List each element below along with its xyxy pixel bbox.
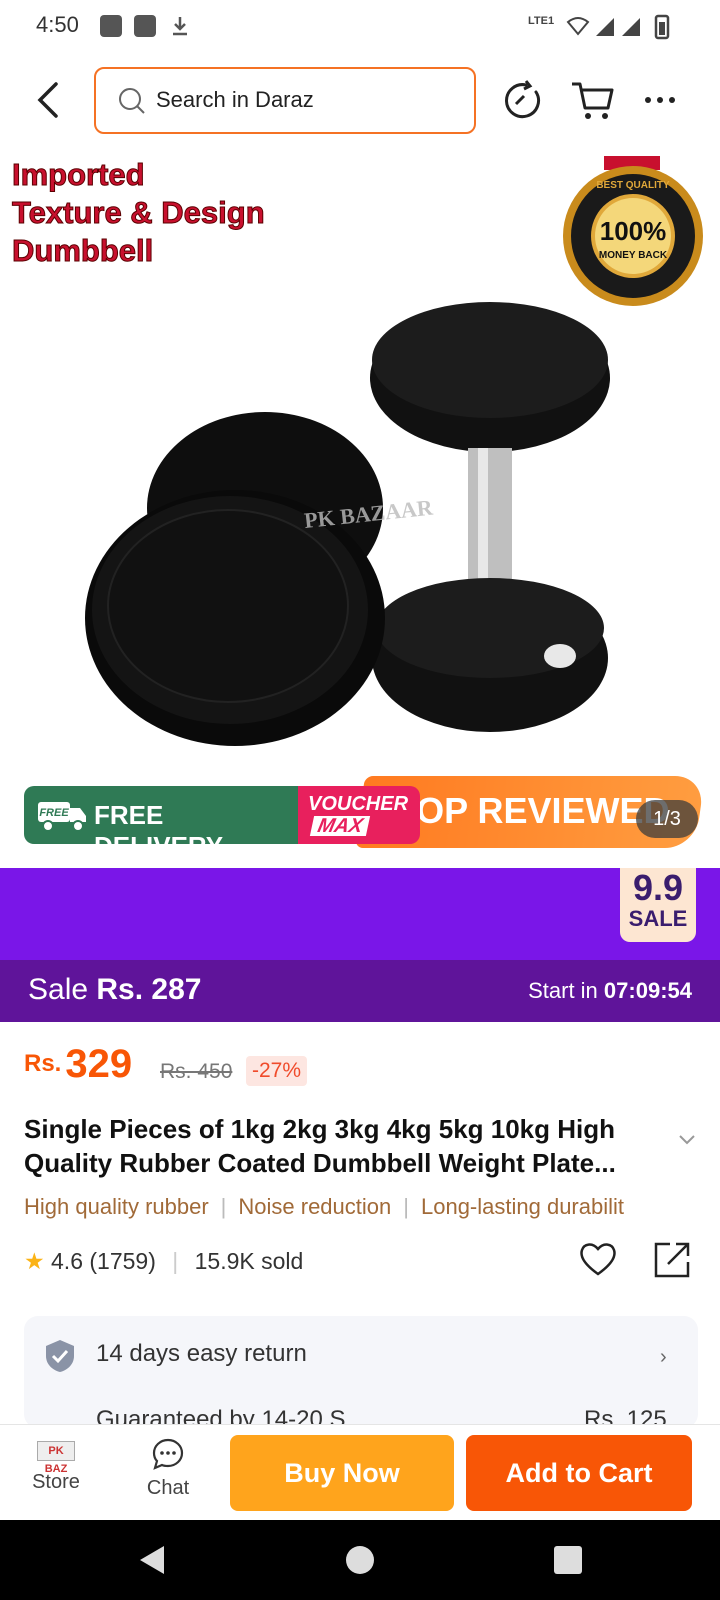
star-icon: ★ — [24, 1248, 45, 1274]
search-icon — [119, 88, 145, 114]
highlight-tag: Long-lasting durabilit — [420, 1194, 625, 1219]
sale-banner — [0, 868, 720, 960]
dumbbell-image: PK BAZAAR — [85, 302, 610, 746]
store-button[interactable]: PK BAZ Store — [20, 1435, 92, 1494]
network-label: LTE1 — [528, 15, 555, 27]
svg-text:BEST QUALITY: BEST QUALITY — [596, 180, 670, 191]
sale-price-row: Sale Rs. 287 Start in 07:09:54 — [0, 960, 720, 1022]
product-highlights: High quality rubber | Noise reduction | Long… — [24, 1194, 625, 1219]
product-title[interactable]: Single Pieces of 1kg 2kg 3kg 4kg 5kg 10k… — [24, 1112, 676, 1180]
image-pager: 1/3 — [636, 800, 698, 838]
highlight-tag: Noise reduction — [238, 1194, 392, 1219]
notification-icon — [134, 15, 156, 37]
nav-recents-icon[interactable] — [552, 1544, 584, 1576]
cart-icon[interactable] — [570, 76, 618, 124]
search-placeholder: Search in Daraz — [156, 87, 314, 112]
rating-value: 4.6 — [51, 1248, 83, 1274]
shield-check-icon — [46, 1340, 74, 1372]
nav-back-icon[interactable] — [136, 1544, 168, 1576]
wishlist-heart-icon[interactable] — [578, 1240, 618, 1278]
status-bar: 4:50 LTE1 — [0, 0, 720, 52]
sale-tag: 9.9 SALE — [620, 868, 696, 942]
sold-count: 15.9K sold — [194, 1248, 304, 1274]
svg-text:100%: 100% — [600, 216, 667, 246]
notification-icon — [100, 15, 122, 37]
store-logo: PK BAZ — [37, 1441, 75, 1475]
delivery-truck-icon: FREE — [38, 802, 86, 832]
service-info-card[interactable]: 14 days easy return › Guaranteed by 14-2… — [24, 1316, 698, 1428]
top-bar: Search in Daraz — [0, 52, 720, 148]
search-input[interactable]: Search in Daraz — [94, 67, 476, 134]
history-icon[interactable] — [498, 76, 546, 124]
buy-now-button[interactable]: Buy Now — [230, 1435, 454, 1511]
download-icon — [173, 17, 187, 36]
rating-row[interactable]: ★ 4.6 (1759) | 15.9K sold — [24, 1248, 303, 1275]
back-arrow-icon[interactable] — [30, 78, 70, 122]
status-time: 4:50 — [36, 12, 79, 37]
svg-text:MONEY BACK: MONEY BACK — [599, 250, 668, 261]
chevron-right-icon: › — [660, 1346, 667, 1368]
original-price: Rs. 450 — [160, 1060, 233, 1083]
signal-icons — [566, 14, 670, 40]
sale-countdown: Start in 07:09:54 — [528, 978, 692, 1003]
money-back-badge-icon: 100% MONEY BACK BEST QUALITY — [563, 156, 703, 306]
discount-badge: -27% — [246, 1056, 308, 1086]
share-icon[interactable] — [652, 1240, 692, 1280]
chevron-down-icon[interactable] — [678, 1134, 696, 1146]
review-count: (1759) — [89, 1248, 156, 1274]
sale-price: Sale Rs. 287 — [28, 973, 202, 1006]
bottom-action-bar: PK BAZ Store Chat Buy Now Add to Cart — [0, 1424, 720, 1520]
return-policy: 14 days easy return — [96, 1340, 307, 1367]
more-options-icon[interactable] — [636, 76, 684, 124]
system-nav-bar — [0, 1520, 720, 1600]
current-price: Rs. 329 — [24, 1042, 133, 1086]
add-to-cart-button[interactable]: Add to Cart — [466, 1435, 692, 1511]
voucher-max-badge: VOUCHER MAX — [298, 786, 420, 844]
product-image-carousel[interactable]: Imported Texture & Design Dumbbell 100% … — [0, 148, 720, 868]
svg-text:FREE: FREE — [39, 807, 69, 819]
nav-home-icon[interactable] — [344, 1544, 376, 1576]
free-delivery-badge: FREE FREE DELIVERY — [24, 786, 298, 861]
image-headline: Imported Texture & Design Dumbbell — [12, 157, 266, 269]
chat-icon — [152, 1438, 184, 1470]
highlight-tag: High quality rubber — [24, 1194, 209, 1219]
chat-button[interactable]: Chat — [132, 1435, 204, 1500]
